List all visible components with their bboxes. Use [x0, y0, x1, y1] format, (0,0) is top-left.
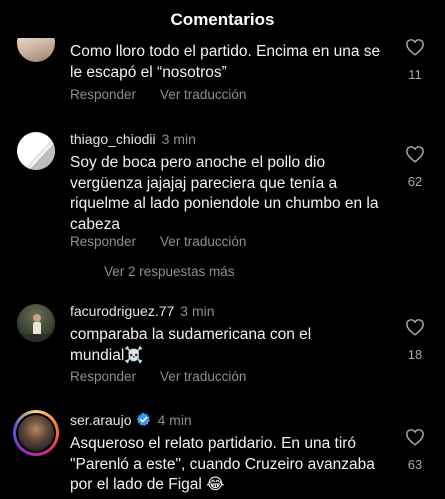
- comment-actions: Responder Ver traducción: [70, 369, 246, 384]
- page-title: Comentarios: [170, 10, 275, 29]
- comment-meta: facurodriguez.77 3 min: [70, 303, 215, 319]
- timestamp: 3 min: [161, 131, 196, 147]
- reply-button[interactable]: Responder: [70, 369, 136, 384]
- avatar-photo: [16, 413, 56, 453]
- comment-actions: Responder Ver traducción: [70, 87, 246, 102]
- comments-header: Comentarios: [0, 0, 445, 40]
- avatar[interactable]: [13, 410, 59, 456]
- comment-meta: ser.araujo 4 min: [70, 412, 192, 428]
- heart-icon: [406, 39, 424, 56]
- like-count: 18: [407, 347, 423, 362]
- comment-text: comparaba la sudamericana con el mundial…: [70, 326, 312, 364]
- avatar-photo-graphic: [17, 314, 55, 342]
- comment-text: Asqueroso el relato partidario. En una t…: [70, 435, 375, 493]
- like-button[interactable]: 18: [402, 318, 428, 362]
- comment-actions: Responder Ver traducción: [70, 234, 246, 249]
- avatar[interactable]: [17, 132, 55, 170]
- like-count: 63: [407, 457, 423, 472]
- avatar[interactable]: [17, 304, 55, 342]
- like-count: 62: [407, 174, 423, 189]
- translate-button[interactable]: Ver traducción: [160, 369, 246, 384]
- heart-icon: [406, 146, 424, 163]
- verified-badge-icon: [137, 412, 151, 427]
- like-button[interactable]: 11: [402, 38, 428, 82]
- username[interactable]: facurodriguez.77: [70, 303, 174, 319]
- heart-icon: [406, 319, 424, 336]
- timestamp: 4 min: [157, 412, 192, 428]
- like-button[interactable]: 63: [402, 428, 428, 472]
- translate-button[interactable]: Ver traducción: [160, 234, 246, 249]
- heart-icon: [406, 429, 424, 446]
- default-avatar-graphic: [23, 136, 55, 170]
- view-more-replies-link[interactable]: Ver 2 respuestas más: [104, 264, 235, 279]
- like-count: 11: [408, 67, 422, 82]
- timestamp: 3 min: [180, 303, 215, 319]
- comment-text: Soy de boca pero anoche el pollo dio ver…: [70, 154, 379, 233]
- reply-button[interactable]: Responder: [70, 234, 136, 249]
- comment-meta: thiago_chiodii 3 min: [70, 131, 196, 147]
- like-button[interactable]: 62: [402, 145, 428, 189]
- username[interactable]: thiago_chiodii: [70, 131, 156, 147]
- reply-button[interactable]: Responder: [70, 87, 136, 102]
- comment-text: Como lloro todo el partido. Encima en un…: [70, 43, 381, 81]
- username[interactable]: ser.araujo: [70, 412, 131, 428]
- translate-button[interactable]: Ver traducción: [160, 87, 246, 102]
